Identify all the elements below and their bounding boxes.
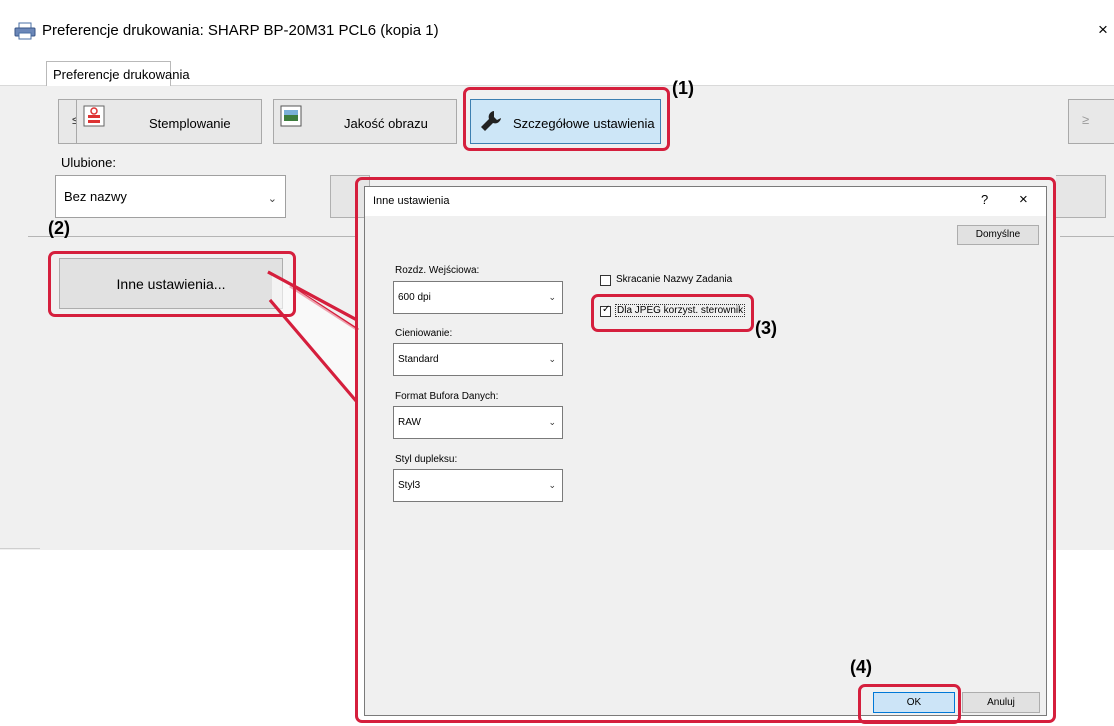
next-glyph: ≥ [1082, 112, 1090, 127]
step-3-marker: (3) [755, 318, 777, 338]
stamp-button[interactable]: Stemplowanie [76, 99, 262, 144]
divider [28, 236, 356, 237]
stamp-label: Stemplowanie [149, 116, 231, 131]
callout-other-settings [48, 251, 296, 317]
image-quality-icon [280, 105, 302, 127]
printer-icon [14, 22, 36, 40]
hidden-button [1056, 175, 1106, 218]
favorites-label: Ulubione: [61, 155, 116, 170]
window-close-button[interactable]: × [1098, 20, 1114, 40]
image-quality-label: Jakość obrazu [344, 116, 428, 131]
next-page-button[interactable]: ≥ [1068, 99, 1114, 144]
tab-print-preferences[interactable]: Preferencje drukowania [46, 61, 190, 86]
step-1-marker: (1) [672, 78, 694, 98]
step-2-marker: (2) [48, 218, 70, 238]
callout-ok-button [858, 684, 961, 724]
callout-jpeg-checkbox [591, 294, 754, 332]
chevron-down-icon: ⌄ [267, 193, 277, 205]
panel-edge [0, 548, 40, 549]
favorites-select[interactable]: Bez nazwy ⌄ [55, 175, 286, 218]
stamp-icon [83, 105, 105, 127]
callout-detailed-settings [463, 87, 670, 151]
divider [1060, 236, 1114, 237]
window-title: Preferencje drukowania: SHARP BP-20M31 P… [42, 22, 439, 39]
callout-dialog [355, 177, 1056, 723]
step-4-marker: (4) [850, 657, 872, 677]
image-quality-button[interactable]: Jakość obrazu [273, 99, 457, 144]
favorites-value: Bez nazwy [64, 189, 127, 204]
